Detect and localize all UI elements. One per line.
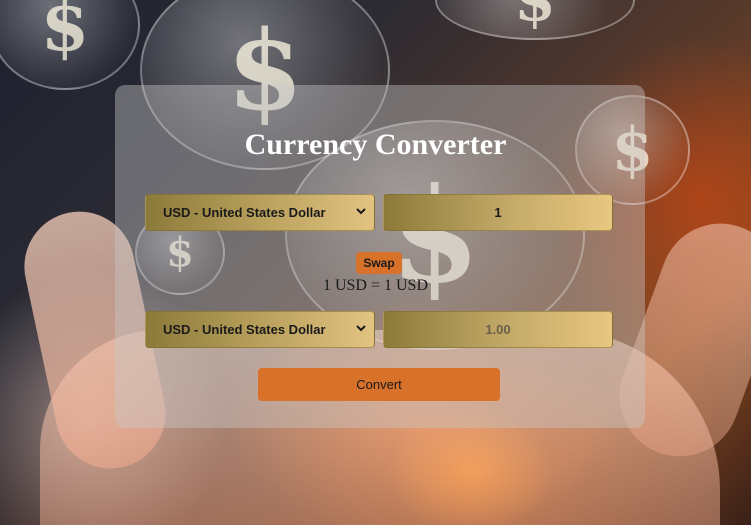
swap-button[interactable]: Swap bbox=[356, 252, 402, 274]
chevron-down-icon bbox=[356, 325, 366, 332]
dollar-bubble: $ bbox=[435, 0, 635, 40]
dollar-bubble: $ bbox=[0, 0, 140, 90]
chevron-down-icon bbox=[356, 208, 366, 215]
to-currency-value: USD - United States Dollar bbox=[163, 322, 326, 337]
to-amount-value: 1.00 bbox=[485, 322, 511, 337]
from-amount-input[interactable]: 1 bbox=[383, 194, 613, 231]
to-amount-output: 1.00 bbox=[383, 311, 613, 348]
page-title: Currency Converter bbox=[244, 128, 507, 161]
from-currency-select[interactable]: USD - United States Dollar bbox=[145, 194, 375, 231]
to-currency-select[interactable]: USD - United States Dollar bbox=[145, 311, 375, 348]
convert-button[interactable]: Convert bbox=[258, 368, 500, 401]
exchange-rate-text: 1 USD = 1 USD bbox=[322, 277, 429, 294]
from-currency-value: USD - United States Dollar bbox=[163, 205, 326, 220]
from-amount-value: 1 bbox=[494, 205, 502, 220]
